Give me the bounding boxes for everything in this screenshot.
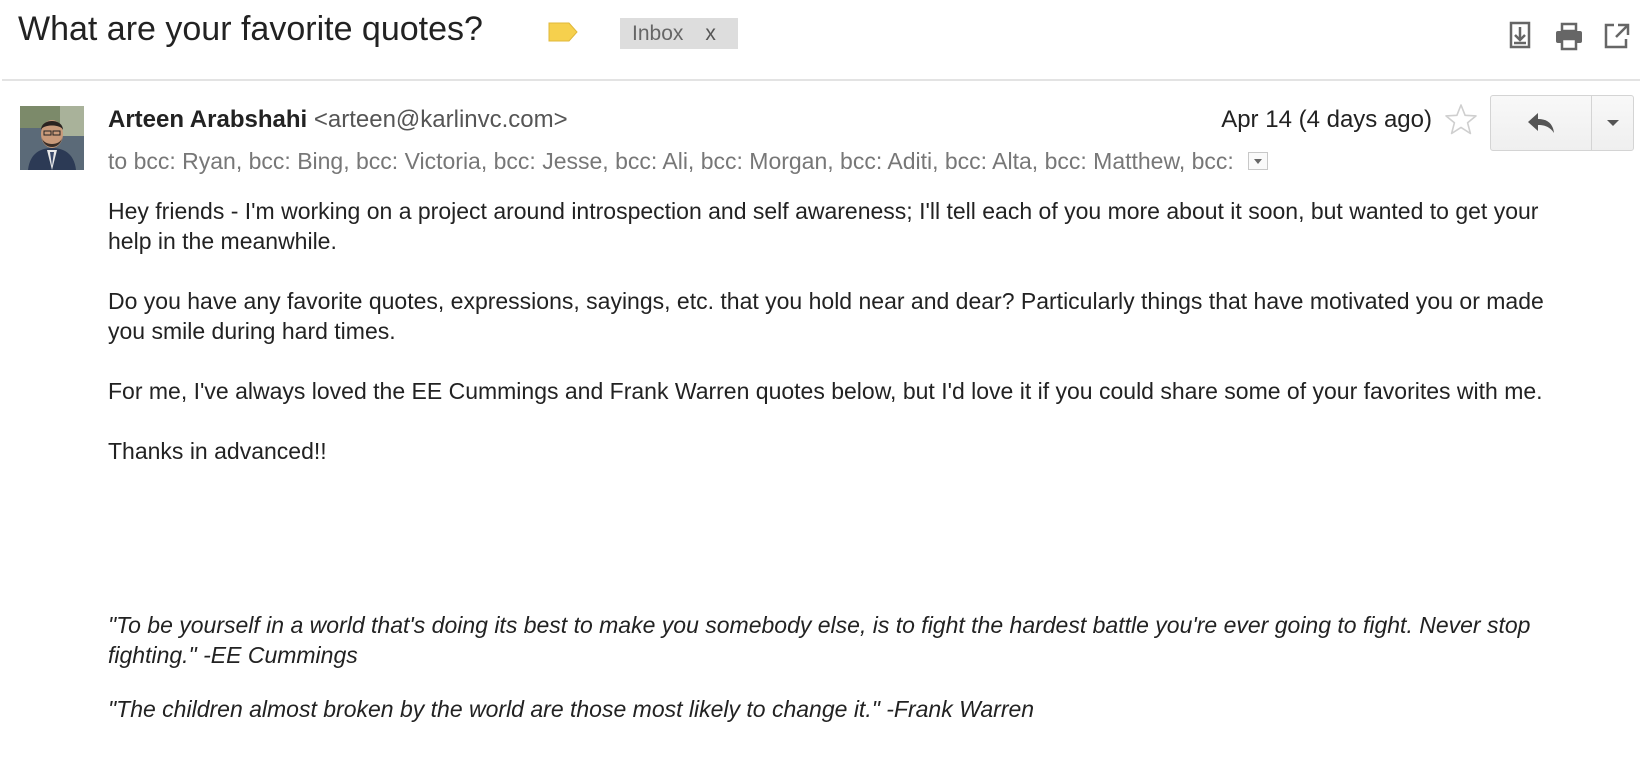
quote-text: "The children almost broken by the world… <box>108 696 1035 722</box>
header-actions <box>1500 20 1640 52</box>
body-paragraph: Thanks in advanced!! <box>108 438 327 464</box>
inbox-label-chip: Inbox x <box>620 18 738 49</box>
chevron-down-icon <box>1606 120 1619 126</box>
recipients-text: to bcc: Ryan, bcc: Bing, bcc: Victoria, … <box>108 148 1234 174</box>
star-icon[interactable] <box>1444 103 1478 137</box>
reply-button[interactable] <box>1491 96 1592 150</box>
quotes-section: "To be yourself in a world that's doing … <box>108 610 1598 748</box>
body-paragraph: For me, I've always loved the EE Cumming… <box>108 378 1543 404</box>
remove-label-button[interactable]: x <box>705 22 716 46</box>
sender-line: Arteen Arabshahi <arteen@karlinvc.com> <box>108 106 568 134</box>
message-body: Hey friends - I'm working on a project a… <box>108 196 1578 496</box>
sender-avatar[interactable] <box>20 106 84 170</box>
inbox-label-text: Inbox <box>632 21 684 45</box>
subject-bar: What are your favorite quotes? Inbox x <box>0 0 1640 80</box>
show-details-toggle[interactable] <box>1247 151 1268 170</box>
download-icon[interactable] <box>1506 20 1534 52</box>
reply-button-group <box>1490 95 1634 151</box>
email-subject: What are your favorite quotes? <box>18 10 483 48</box>
sender-name[interactable]: Arteen Arabshahi <box>108 106 307 133</box>
body-paragraph: Do you have any favorite quotes, express… <box>108 288 1544 344</box>
open-in-new-window-icon[interactable] <box>1602 20 1630 52</box>
recipients-line: to bcc: Ryan, bcc: Bing, bcc: Victoria, … <box>108 148 1268 175</box>
quote-text: "To be yourself in a world that's doing … <box>108 612 1531 668</box>
message-date: Apr 14 (4 days ago) <box>1221 106 1432 133</box>
print-icon[interactable] <box>1554 20 1582 52</box>
body-paragraph: Hey friends - I'm working on a project a… <box>108 198 1539 254</box>
reply-icon <box>1528 113 1554 133</box>
sender-email: <arteen@karlinvc.com> <box>313 106 568 133</box>
header-divider <box>2 79 1640 81</box>
more-options-button[interactable] <box>1592 96 1633 150</box>
label-tag-icon[interactable] <box>548 22 578 42</box>
